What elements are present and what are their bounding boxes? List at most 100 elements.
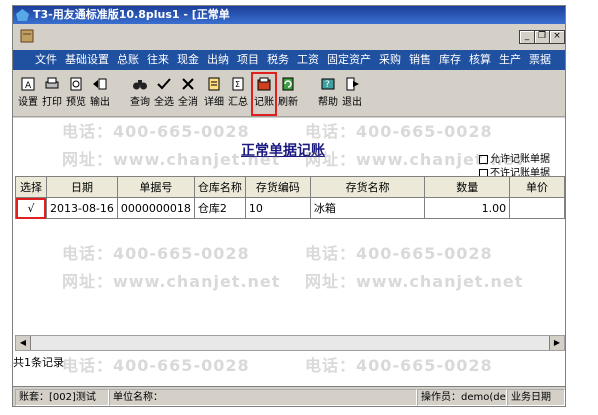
content-area: 正常单据记账 允许记账单据 不许记账单据 选择 日期 单据号 仓库名称 存货编码… — [13, 118, 565, 386]
col-doc-no[interactable]: 单据号 — [116, 176, 195, 198]
price-cell — [509, 197, 565, 219]
menu-tax[interactable]: 税务 — [263, 50, 293, 70]
menu-general-ledger[interactable]: 总账 — [113, 50, 143, 70]
status-date: 业务日期 — [507, 389, 565, 406]
menu-cashier[interactable]: 出纳 — [203, 50, 233, 70]
status-bar: 账套：[002]测试 单位名称： 操作员：demo(de 业务日期 — [13, 386, 565, 406]
tool-label: 查询 — [130, 97, 150, 108]
status-operator: 操作员：demo(de — [417, 389, 507, 406]
svg-text:A: A — [25, 81, 32, 91]
mdi-bar — [13, 24, 565, 50]
document-table: 选择 日期 单据号 仓库名称 存货编码 存货名称 数量 单价 √ 2013-08… — [15, 176, 565, 219]
tool-label: 全消 — [178, 97, 198, 108]
qty-cell: 1.00 — [424, 197, 511, 219]
window-title: T3-用友通标准版10.8plus1 - [正常单 — [33, 8, 230, 21]
tool-post-button[interactable]: 记账 — [251, 72, 277, 116]
tool-preview-button[interactable]: 预览 — [65, 74, 87, 112]
date-cell: 2013-08-16 — [45, 197, 118, 219]
tool-label: 打印 — [42, 97, 62, 108]
menu-payroll[interactable]: 工资 — [293, 50, 323, 70]
tool-label: 退出 — [342, 97, 362, 108]
menu-receivables[interactable]: 往来 — [143, 50, 173, 70]
col-item-code[interactable]: 存货编码 — [244, 176, 311, 198]
title-bar: T3-用友通标准版10.8plus1 - [正常单 — [13, 6, 565, 24]
checkbox-icon — [479, 154, 488, 164]
app-window: T3-用友通标准版10.8plus1 - [正常单 _ ❐ × 文件 基础设置 总账… — [12, 5, 566, 407]
tool-export-button[interactable]: 输出 — [89, 74, 111, 112]
menu-fixed-assets[interactable]: 固定资产 — [323, 50, 375, 70]
exit-icon — [346, 77, 359, 91]
tool-label: 详细 — [204, 97, 224, 108]
tool-help-button[interactable]: ? 帮助 — [317, 74, 339, 112]
post-icon — [257, 77, 271, 91]
help-icon: ? — [321, 78, 335, 90]
warehouse-cell: 仓库2 — [193, 197, 246, 219]
svg-text:Σ: Σ — [235, 80, 240, 89]
allow-post-option[interactable]: 允许记账单据 — [479, 150, 550, 165]
tool-query-button[interactable]: 查询 — [129, 74, 151, 112]
tool-summary-button[interactable]: Σ 汇总 — [227, 74, 249, 112]
select-all-icon — [157, 78, 171, 90]
document-icon[interactable] — [19, 28, 35, 44]
app-logo-icon — [16, 9, 29, 21]
col-select[interactable]: 选择 — [15, 176, 47, 198]
col-warehouse[interactable]: 仓库名称 — [193, 176, 246, 198]
tool-detail-button[interactable]: 详细 — [203, 74, 225, 112]
print-icon — [45, 77, 59, 89]
svg-text:?: ? — [325, 80, 330, 90]
restore-button[interactable]: ❐ — [534, 30, 550, 44]
menu-basic-settings[interactable]: 基础设置 — [61, 50, 113, 70]
tool-select-all-button[interactable]: 全选 — [153, 74, 175, 112]
tool-deselect-all-button[interactable]: 全消 — [177, 74, 199, 112]
item-name-cell: 冰箱 — [309, 197, 426, 219]
status-account: 账套：[002]测试 — [15, 389, 109, 406]
menu-cash[interactable]: 现金 — [173, 50, 203, 70]
preview-icon — [70, 77, 82, 91]
tool-label: 全选 — [154, 97, 174, 108]
tool-exit-button[interactable]: 退出 — [341, 74, 363, 112]
binoculars-icon — [133, 80, 147, 90]
tool-label: 输出 — [90, 97, 110, 108]
summary-icon: Σ — [232, 77, 244, 91]
item-code-cell: 10 — [244, 197, 311, 219]
tool-label: 帮助 — [318, 97, 338, 108]
page-title: 正常单据记账 — [241, 143, 325, 159]
tool-label: 预览 — [66, 97, 86, 108]
settings-icon: A — [21, 77, 35, 91]
record-count: 共1条记录 — [13, 356, 64, 369]
scroll-left-icon[interactable]: ◀ — [16, 336, 31, 350]
menu-costing[interactable]: 核算 — [465, 50, 495, 70]
export-icon — [93, 78, 107, 90]
select-cell[interactable]: √ — [15, 197, 47, 219]
tool-settings-button[interactable]: A 设置 — [17, 74, 39, 112]
tool-label: 记账 — [254, 97, 274, 108]
menu-inventory[interactable]: 库存 — [435, 50, 465, 70]
col-date[interactable]: 日期 — [45, 176, 118, 198]
minimize-button[interactable]: _ — [519, 30, 535, 44]
menu-purchase[interactable]: 采购 — [375, 50, 405, 70]
tool-label: 汇总 — [228, 97, 248, 108]
col-qty[interactable]: 数量 — [424, 176, 511, 198]
detail-icon — [208, 77, 220, 91]
tool-label: 设置 — [18, 97, 38, 108]
module-menu: 文件 基础设置 总账 往来 现金 出纳 项目 税务 工资 固定资产 采购 销售 库存 核算 生产 票据 — [13, 50, 565, 70]
tool-label: 刷新 — [278, 97, 298, 108]
tool-print-button[interactable]: 打印 — [41, 74, 63, 112]
menu-sales[interactable]: 销售 — [405, 50, 435, 70]
close-button[interactable]: × — [549, 30, 565, 44]
table-row[interactable]: √ 2013-08-16 0000000018 仓库2 10 冰箱 1.00 — [15, 197, 565, 219]
col-price[interactable]: 单价 — [509, 176, 565, 198]
menu-production[interactable]: 生产 — [495, 50, 525, 70]
scroll-right-icon[interactable]: ▶ — [549, 336, 564, 350]
doc-no-cell: 0000000018 — [116, 197, 195, 219]
deselect-all-icon — [182, 78, 194, 90]
menu-file[interactable]: 文件 — [31, 50, 61, 70]
status-unit: 单位名称： — [109, 389, 417, 406]
menu-bills[interactable]: 票据 — [525, 50, 555, 70]
col-item-name[interactable]: 存货名称 — [309, 176, 426, 198]
menu-project[interactable]: 项目 — [233, 50, 263, 70]
toolbar: A 设置 打印 预览 输出 查询 全选 全消 详细 Σ 汇总 记账 刷新 ? 帮… — [13, 72, 565, 117]
table-header-row: 选择 日期 单据号 仓库名称 存货编码 存货名称 数量 单价 — [15, 176, 565, 198]
tool-refresh-button[interactable]: 刷新 — [277, 74, 299, 112]
horizontal-scrollbar[interactable]: ◀ ▶ — [15, 335, 565, 351]
